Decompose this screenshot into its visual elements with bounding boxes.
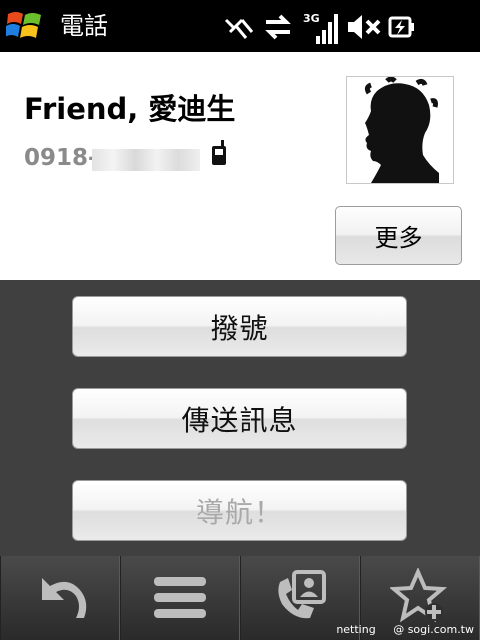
network-3g-label: 3G bbox=[303, 12, 320, 25]
add-favorite-icon bbox=[390, 568, 448, 623]
watermark-sogi: @ sogi.com.tw bbox=[393, 623, 474, 636]
contacts-call-icon bbox=[278, 570, 326, 619]
battery-charging-icon[interactable] bbox=[384, 10, 418, 44]
data-transfer-icon[interactable] bbox=[262, 10, 294, 44]
action-panel: 撥號 傳送訊息 導航！ bbox=[0, 280, 480, 556]
send-message-button[interactable]: 傳送訊息 bbox=[72, 388, 407, 449]
navigate-button: 導航！ bbox=[72, 480, 407, 541]
speaker-mute-icon[interactable] bbox=[346, 10, 382, 44]
signal-off-icon[interactable] bbox=[222, 10, 256, 44]
contact-phone[interactable]: 0918- bbox=[24, 145, 98, 171]
menu-icon bbox=[154, 577, 206, 618]
more-button[interactable]: 更多 bbox=[335, 206, 462, 265]
back-icon bbox=[42, 578, 87, 618]
status-bar: 電話 3G bbox=[0, 0, 480, 52]
menu-button[interactable] bbox=[120, 556, 240, 640]
app-title: 電話 bbox=[60, 12, 108, 40]
windows-logo-icon[interactable] bbox=[6, 8, 44, 44]
signal-bars-icon[interactable]: 3G bbox=[302, 10, 338, 44]
watermark: netting @ sogi.com.tw bbox=[322, 623, 474, 636]
contact-name: Friend, 愛迪生 bbox=[24, 92, 236, 126]
silhouette-avatar-icon bbox=[364, 76, 439, 183]
contact-photo[interactable] bbox=[346, 76, 454, 184]
phone-redacted-blur bbox=[92, 149, 200, 171]
contact-card: Friend, 愛迪生 0918- 更多 bbox=[0, 52, 480, 280]
back-button[interactable] bbox=[0, 556, 120, 640]
mobile-phone-icon bbox=[212, 140, 226, 165]
watermark-netting: netting bbox=[336, 623, 376, 636]
call-button[interactable]: 撥號 bbox=[72, 296, 407, 357]
